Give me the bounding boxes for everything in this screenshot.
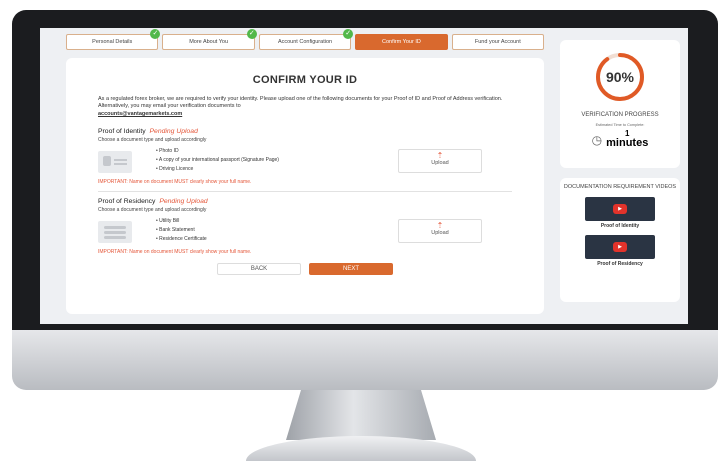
step-label: More About You (189, 39, 229, 45)
video-caption: Proof of Residency (597, 260, 643, 267)
confirm-id-card: CONFIRM YOUR ID As a regulated forex bro… (66, 58, 544, 314)
check-icon: ✓ (150, 29, 161, 39)
step-label: Account Configuration (277, 39, 333, 45)
time-unit: minutes (606, 137, 649, 150)
back-button[interactable]: BACK (217, 263, 301, 276)
progress-percent: 90% (605, 69, 635, 85)
documentation-videos-panel: DOCUMENTATION REQUIREMENT VIDEOS ▶ Proof… (560, 178, 680, 302)
residency-important-note: IMPORTANT: Name on document MUST clearly… (98, 249, 252, 256)
divider (98, 191, 512, 193)
residency-upload-button[interactable]: ⇡ Upload (398, 219, 482, 244)
step-label: Fund your Account (474, 39, 521, 45)
step-label: Personal Details (92, 39, 133, 45)
id-card-icon (98, 151, 132, 174)
list-item: Photo ID (156, 147, 279, 156)
residency-subtitle: Choose a document type and upload accord… (98, 207, 207, 214)
monitor-stand (286, 390, 436, 440)
proof-of-residency-section: Proof of Residency Pending Upload Choose… (98, 198, 512, 255)
identity-subtitle: Choose a document type and upload accord… (98, 137, 207, 144)
step-personal-details[interactable]: Personal Details ✓ (66, 29, 161, 50)
step-account-configuration[interactable]: Account Configuration ✓ (258, 29, 354, 50)
step-progress-bar: Personal Details ✓ More About You ✓ Acco… (66, 29, 545, 50)
identity-heading: Proof of Identity (98, 128, 146, 136)
check-icon: ✓ (246, 29, 257, 39)
time-estimate: ◷ 1 minutes (560, 130, 680, 149)
upload-icon: ⇡ (436, 151, 444, 161)
step-more-about-you[interactable]: More About You ✓ (162, 29, 257, 50)
video-thumbnail-residency[interactable]: ▶ (585, 234, 655, 259)
nav-buttons: BACK NEXT (98, 263, 512, 276)
list-item: A copy of your international passport (S… (156, 156, 279, 165)
video-thumbnail-identity[interactable]: ▶ (585, 196, 655, 221)
monitor-chin (12, 330, 718, 390)
document-icon (98, 221, 132, 244)
video-caption: Proof of Identity (600, 222, 640, 229)
screen: Personal Details ✓ More About You ✓ Acco… (40, 28, 688, 324)
list-item: Residence Certificate (156, 235, 207, 244)
monitor-base (246, 436, 476, 461)
residency-row: Utility Bill Bank Statement Residence Ce… (98, 217, 512, 247)
clock-icon: ◷ (591, 132, 603, 147)
step-fund-your-account[interactable]: Fund your Account (451, 34, 545, 50)
upload-label: Upload (431, 160, 449, 167)
verification-progress-panel: 90% VERIFICATION PROGRESS Estimated Time… (560, 40, 680, 168)
list-item: Driving Licence (156, 165, 279, 174)
residency-doc-list: Utility Bill Bank Statement Residence Ce… (156, 217, 207, 243)
time-value-group: 1 minutes (606, 130, 648, 149)
videos-title: DOCUMENTATION REQUIREMENT VIDEOS (563, 184, 677, 190)
upload-icon: ⇡ (436, 221, 444, 231)
progress-ring: 90% (593, 50, 647, 104)
intro-body: As a regulated forex broker, we are requ… (98, 96, 503, 110)
residency-heading: Proof of Residency (98, 198, 156, 206)
play-icon: ▶ (613, 241, 627, 252)
step-label: Confirm Your ID (382, 39, 421, 45)
section-heading: Proof of Identity Pending Upload (98, 128, 512, 135)
next-button[interactable]: NEXT (309, 263, 393, 276)
upload-label: Upload (431, 230, 449, 237)
identity-important-note: IMPORTANT: Name on document MUST clearly… (98, 179, 252, 186)
email-link[interactable]: accounts@vantagemarkets.com (98, 111, 182, 117)
intro-text: As a regulated forex broker, we are requ… (98, 96, 512, 118)
check-icon: ✓ (343, 29, 354, 39)
identity-row: Photo ID A copy of your international pa… (98, 147, 512, 177)
list-item: Utility Bill (156, 217, 207, 226)
identity-doc-list: Photo ID A copy of your international pa… (156, 147, 279, 173)
identity-upload-button[interactable]: ⇡ Upload (398, 149, 482, 174)
residency-status: Pending Upload (159, 198, 208, 206)
progress-label: VERIFICATION PROGRESS (581, 112, 659, 118)
play-icon: ▶ (613, 203, 627, 214)
section-heading: Proof of Residency Pending Upload (98, 198, 512, 205)
estimate-label: Estimated Time to Complete: (595, 123, 645, 128)
identity-status: Pending Upload (149, 128, 198, 136)
step-confirm-your-id[interactable]: Confirm Your ID (355, 34, 448, 50)
page-title: CONFIRM YOUR ID (252, 74, 358, 86)
list-item: Bank Statement (156, 226, 207, 235)
proof-of-identity-section: Proof of Identity Pending Upload Choose … (98, 128, 512, 185)
